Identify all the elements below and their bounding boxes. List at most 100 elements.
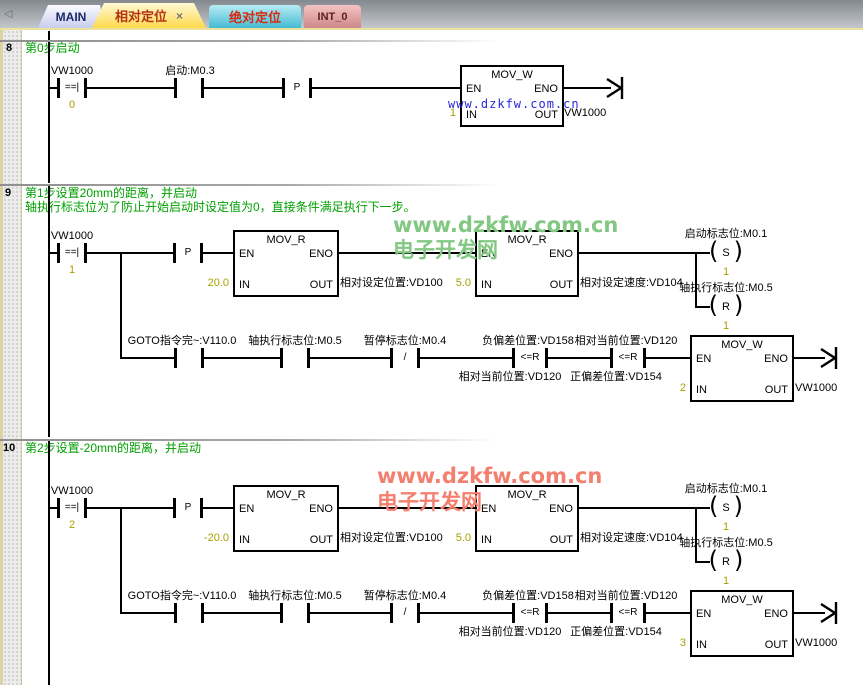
operand-label[interactable]: 启动标志位:M0.1: [685, 228, 768, 241]
operand-label[interactable]: GOTO指令完~:V110.0: [128, 590, 237, 603]
operand-label[interactable]: 相对当前位置:VD120: [575, 335, 678, 348]
close-icon[interactable]: ×: [176, 9, 183, 23]
tab-absolute-positioning[interactable]: 绝对定位: [209, 5, 301, 28]
box-out-operand[interactable]: VW1000: [795, 382, 837, 395]
contact-compare[interactable]: ==|: [57, 243, 87, 263]
contact-positive-edge[interactable]: P: [282, 78, 312, 98]
box-out-operand[interactable]: VW1000: [795, 637, 837, 650]
operand-value[interactable]: 2: [69, 519, 75, 532]
contact-no[interactable]: [280, 603, 310, 623]
contact-bar: [280, 348, 283, 368]
contact-compare[interactable]: ==|: [57, 78, 87, 98]
tab-relative-label: 相对定位: [115, 6, 167, 25]
box-title: MOV_W: [692, 594, 792, 607]
operand-label[interactable]: 相对当前位置:VD120: [459, 371, 562, 384]
network-comment: 第0步启动: [25, 41, 80, 55]
mov-box[interactable]: MOV_R EN ENO IN OUT: [233, 485, 339, 552]
contact-compare[interactable]: <=R: [610, 348, 646, 368]
coil-reset[interactable]: (R): [706, 296, 746, 318]
tab-relative-positioning[interactable]: 相对定位 ×: [92, 3, 206, 28]
box-in-value[interactable]: 5.0: [456, 277, 471, 290]
operand-label[interactable]: 相对当前位置:VD120: [575, 590, 678, 603]
coil-set[interactable]: (S): [706, 497, 746, 519]
contact-no[interactable]: [174, 348, 204, 368]
contact-symbol: <=R: [613, 607, 643, 619]
box-pin-en: EN: [466, 83, 481, 96]
mov-box[interactable]: MOV_R EN ENO IN OUT: [475, 485, 579, 552]
operand-value[interactable]: 0: [69, 99, 75, 112]
contact-nc[interactable]: /: [390, 348, 420, 368]
wire: [575, 507, 710, 509]
box-pin-out: OUT: [765, 639, 788, 652]
box-in-value[interactable]: -20.0: [204, 532, 229, 545]
operand-label[interactable]: 负偏差位置:VD158: [482, 335, 574, 348]
contact-no[interactable]: [174, 603, 204, 623]
mov-box[interactable]: MOV_W EN ENO IN OUT: [690, 590, 794, 657]
box-in-value[interactable]: 2: [680, 382, 686, 395]
contact-no[interactable]: [174, 78, 204, 98]
box-out-operand[interactable]: 相对设定速度:VD104: [580, 277, 683, 290]
box-pin-out: OUT: [550, 534, 573, 547]
contact-compare[interactable]: ==|: [57, 498, 87, 518]
operand-label[interactable]: 正偏差位置:VD154: [570, 371, 662, 384]
operand-label[interactable]: 轴执行标志位:M0.5: [248, 590, 342, 603]
operand-label[interactable]: 轴执行标志位:M0.5: [248, 335, 342, 348]
contact-nc[interactable]: /: [390, 603, 420, 623]
box-pin-en: EN: [239, 248, 254, 261]
box-pin-out: OUT: [765, 384, 788, 397]
box-pin-out: OUT: [550, 279, 573, 292]
operand-label[interactable]: 启动:M0.3: [165, 65, 215, 78]
operand-label[interactable]: 暂停标志位:M0.4: [364, 590, 447, 603]
box-title: MOV_W: [462, 69, 562, 82]
operand-label[interactable]: 负偏差位置:VD158: [482, 590, 574, 603]
contact-no[interactable]: [280, 348, 310, 368]
watermark-url: www.dzkfw.com.cn: [448, 97, 580, 111]
operand-label[interactable]: 轴执行标志位:M0.5: [679, 537, 773, 550]
tab-int0[interactable]: INT_0: [304, 5, 361, 28]
operand-label[interactable]: GOTO指令完~:V110.0: [128, 335, 237, 348]
coil-paren: (: [709, 550, 718, 570]
box-out-operand[interactable]: 相对设定位置:VD100: [340, 277, 443, 290]
operand-label[interactable]: VW1000: [51, 65, 93, 78]
operand-label[interactable]: VW1000: [51, 230, 93, 243]
coil-reset[interactable]: (R): [706, 551, 746, 573]
operand-label[interactable]: 正偏差位置:VD154: [570, 626, 662, 639]
contact-compare[interactable]: <=R: [610, 603, 646, 623]
tab-scroll-left-icon[interactable]: ◁: [4, 8, 12, 20]
operand-label[interactable]: 相对当前位置:VD120: [459, 626, 562, 639]
operand-value[interactable]: 1: [69, 264, 75, 277]
operand-value[interactable]: 1: [723, 575, 729, 588]
contact-compare[interactable]: <=R: [512, 603, 548, 623]
operand-value[interactable]: 1: [723, 521, 729, 534]
power-rail: [48, 186, 50, 437]
coil-paren: (: [709, 295, 718, 315]
mov-box[interactable]: MOV_W EN ENO IN OUT: [690, 335, 794, 402]
box-pin-in: IN: [239, 279, 250, 292]
power-rail: [48, 42, 50, 183]
contact-compare[interactable]: <=R: [512, 348, 548, 368]
operand-label[interactable]: 暂停标志位:M0.4: [364, 335, 447, 348]
box-out-operand[interactable]: 相对设定位置:VD100: [340, 532, 443, 545]
operand-label[interactable]: 启动标志位:M0.1: [685, 483, 768, 496]
contact-bar: [643, 348, 646, 368]
box-in-value[interactable]: 3: [680, 637, 686, 650]
contact-positive-edge[interactable]: P: [173, 243, 203, 263]
contact-bar: [643, 603, 646, 623]
coil-symbol: S: [722, 247, 729, 260]
operand-value[interactable]: 1: [723, 266, 729, 279]
box-in-value[interactable]: 5.0: [456, 532, 471, 545]
box-out-operand[interactable]: 相对设定速度:VD104: [580, 532, 683, 545]
network-number: 8: [6, 42, 12, 55]
contact-positive-edge[interactable]: P: [173, 498, 203, 518]
coil-set[interactable]: (S): [706, 242, 746, 264]
coil-paren: ): [734, 295, 743, 315]
mov-box[interactable]: MOV_R EN ENO IN OUT: [233, 230, 339, 297]
contact-bar: [174, 78, 177, 98]
contact-symbol: <=R: [613, 352, 643, 364]
mov-box[interactable]: MOV_W EN ENO IN OUT: [460, 65, 564, 127]
network-comment: 第1步设置20mm的距离，并启动: [25, 186, 197, 200]
operand-value[interactable]: 1: [723, 320, 729, 333]
operand-label[interactable]: VW1000: [51, 485, 93, 498]
operand-label[interactable]: 轴执行标志位:M0.5: [679, 282, 773, 295]
box-in-value[interactable]: 20.0: [208, 277, 229, 290]
